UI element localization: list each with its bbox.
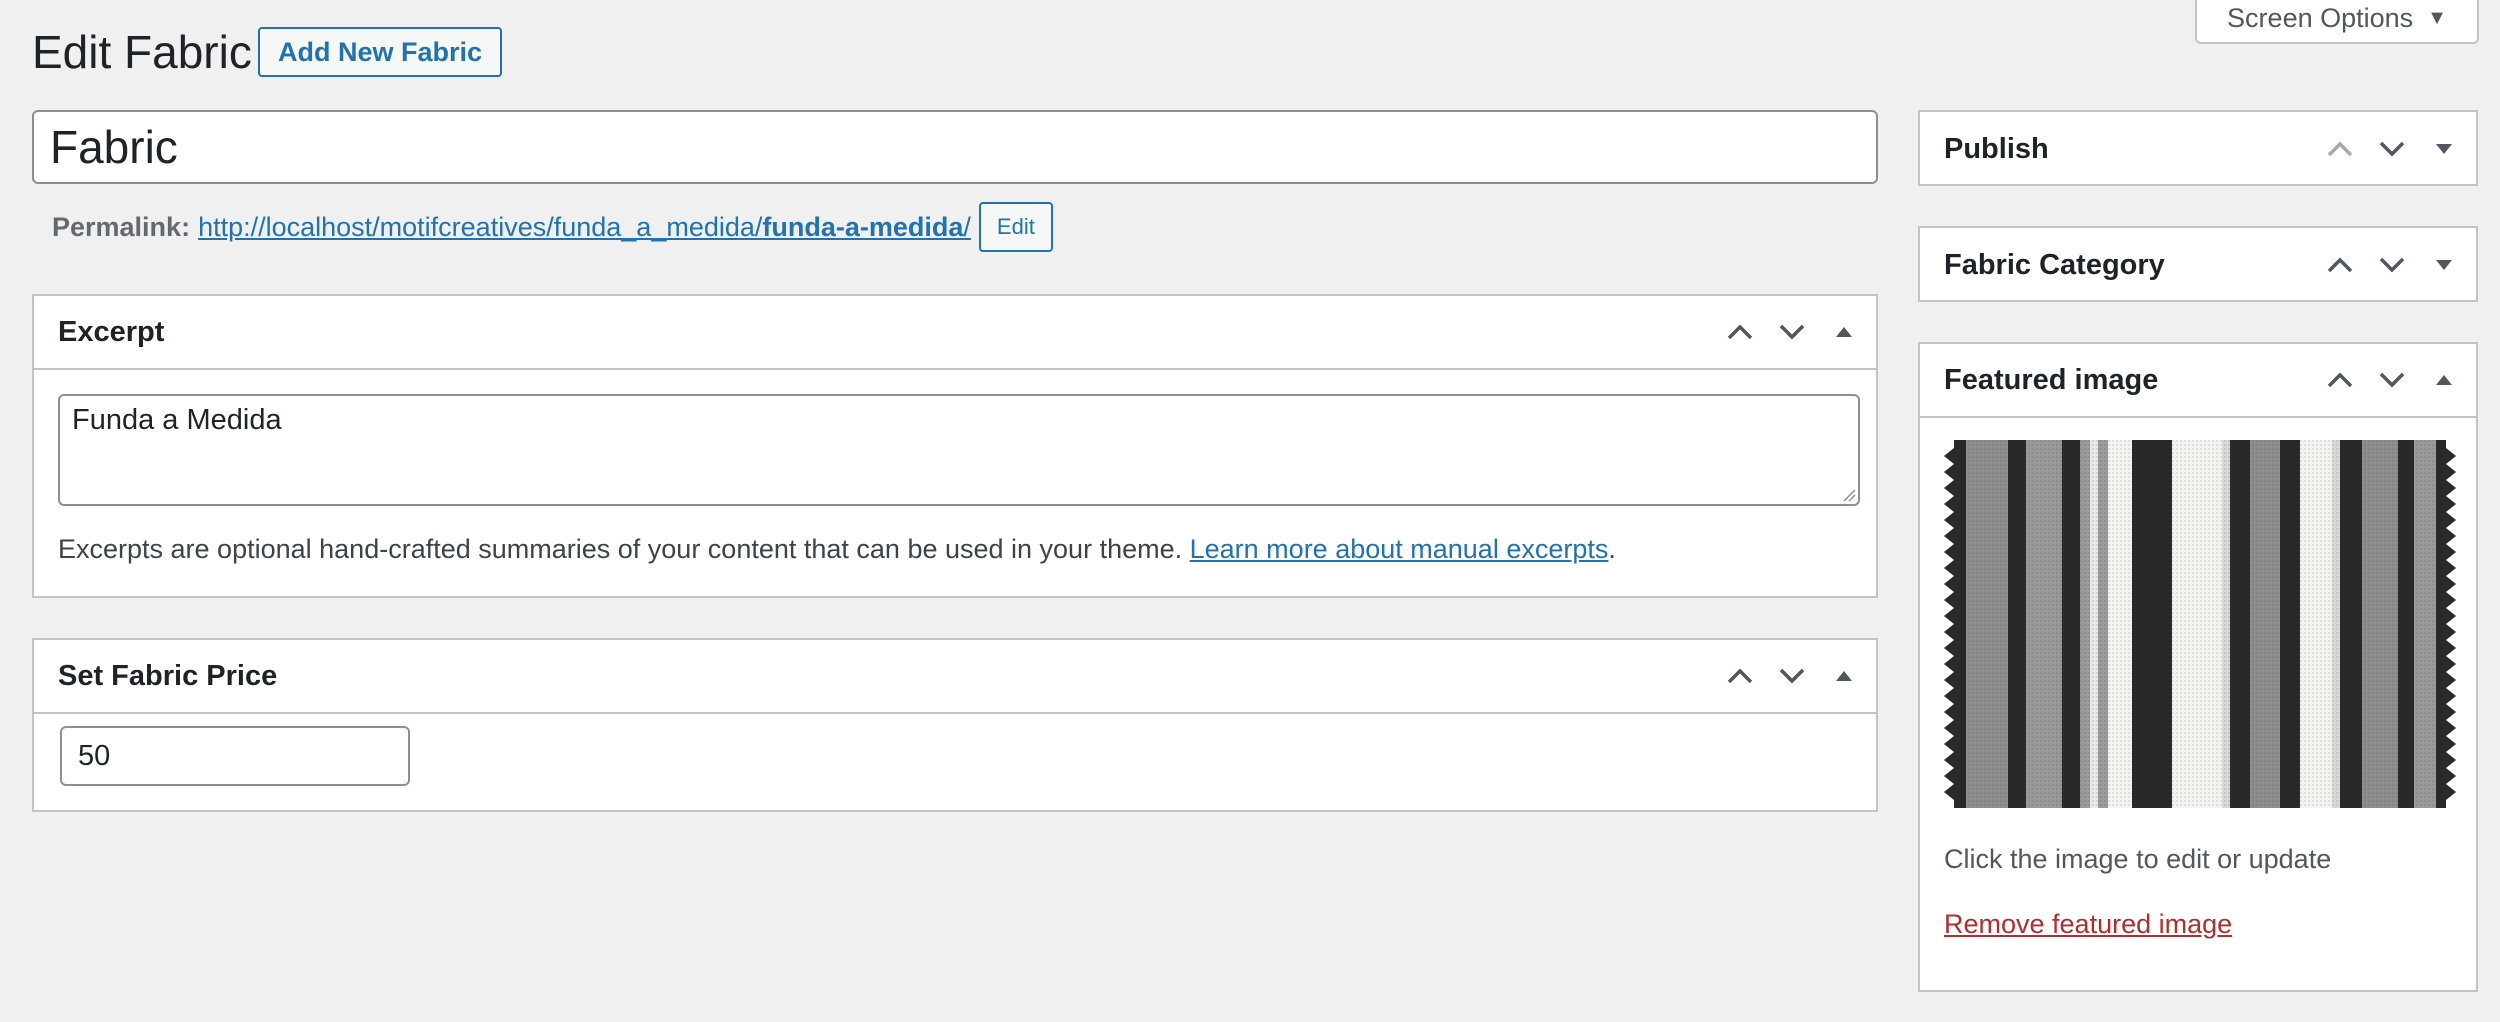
featured-image-postbox: Featured image Click the image to edit o… bbox=[1918, 342, 2478, 992]
publish-postbox-header[interactable]: Publish bbox=[1920, 112, 2476, 186]
permalink-slug: funda-a-medida bbox=[762, 211, 964, 242]
excerpt-postbox-header: Excerpt bbox=[34, 296, 1876, 370]
publish-postbox: Publish bbox=[1918, 110, 2478, 186]
chevron-down-icon[interactable] bbox=[2366, 123, 2418, 175]
page-title: Edit Fabric bbox=[32, 26, 252, 78]
featured-handle-actions bbox=[2314, 344, 2470, 416]
post-title-input[interactable]: Fabric bbox=[32, 110, 1878, 184]
caret-down-icon[interactable] bbox=[2418, 123, 2470, 175]
permalink-base: http://localhost/motifcreatives/funda_a_… bbox=[198, 211, 763, 242]
chevron-down-icon[interactable] bbox=[2366, 239, 2418, 291]
fabric-category-postbox-header[interactable]: Fabric Category bbox=[1920, 228, 2476, 302]
chevron-up-icon[interactable] bbox=[2314, 239, 2366, 291]
publish-handle-actions bbox=[2314, 112, 2470, 186]
chevron-down-icon[interactable] bbox=[1766, 306, 1818, 358]
resize-grip-icon[interactable] bbox=[1842, 488, 1856, 502]
excerpt-help-text: Excerpts are optional hand-crafted summa… bbox=[58, 534, 1616, 565]
permalink-link[interactable]: http://localhost/motifcreatives/funda_a_… bbox=[198, 212, 971, 243]
caret-up-icon[interactable] bbox=[2418, 354, 2470, 406]
caret-down-icon: ▼ bbox=[2427, 6, 2447, 29]
chevron-up-icon[interactable] bbox=[1714, 306, 1766, 358]
permalink-edit-button[interactable]: Edit bbox=[978, 202, 1053, 252]
category-handle-actions bbox=[2314, 228, 2470, 302]
excerpt-handle-actions bbox=[1714, 296, 1870, 368]
fabric-category-postbox: Fabric Category bbox=[1918, 226, 2478, 302]
chevron-up-icon[interactable] bbox=[2314, 123, 2366, 175]
fabric-category-title: Fabric Category bbox=[1944, 248, 2165, 281]
caret-down-icon[interactable] bbox=[2418, 239, 2470, 291]
excerpt-help-end: . bbox=[1608, 534, 1616, 564]
permalink-label: Permalink: bbox=[52, 211, 191, 242]
price-handle-actions bbox=[1714, 640, 1870, 712]
caret-up-icon[interactable] bbox=[1818, 650, 1870, 702]
excerpt-help-body: Excerpts are optional hand-crafted summa… bbox=[58, 534, 1190, 564]
screen-options-button[interactable]: Screen Options ▼ bbox=[2195, 0, 2479, 44]
chevron-up-icon[interactable] bbox=[2314, 354, 2366, 406]
featured-image-title: Featured image bbox=[1944, 363, 2159, 396]
excerpt-textarea[interactable]: Funda a Medida bbox=[58, 394, 1860, 506]
excerpt-value: Funda a Medida bbox=[72, 404, 282, 436]
caret-up-icon[interactable] bbox=[1818, 306, 1870, 358]
fabric-price-postbox: Set Fabric Price 50 bbox=[32, 638, 1878, 812]
edit-fabric-page: Edit Fabric Add New Fabric Screen Option… bbox=[0, 0, 2500, 1022]
chevron-up-icon[interactable] bbox=[1714, 650, 1766, 702]
permalink-row: Permalink: http://localhost/motifcreativ… bbox=[52, 202, 1053, 252]
fabric-price-title: Set Fabric Price bbox=[58, 659, 278, 692]
learn-more-excerpts-link[interactable]: Learn more about manual excerpts bbox=[1190, 534, 1609, 564]
excerpt-postbox: Excerpt Funda a Medida Excerpts are opti… bbox=[32, 294, 1878, 598]
chevron-down-icon[interactable] bbox=[1766, 650, 1818, 702]
publish-title: Publish bbox=[1944, 132, 2049, 165]
fabric-price-postbox-header: Set Fabric Price bbox=[34, 640, 1876, 714]
featured-fabric-image[interactable] bbox=[1944, 440, 2456, 808]
featured-image-postbox-header: Featured image bbox=[1920, 344, 2476, 418]
chevron-down-icon[interactable] bbox=[2366, 354, 2418, 406]
remove-featured-image-link[interactable]: Remove featured image bbox=[1944, 909, 2232, 940]
featured-image-help: Click the image to edit or update bbox=[1944, 844, 2332, 874]
permalink-trailing: / bbox=[963, 211, 971, 242]
excerpt-title: Excerpt bbox=[58, 315, 165, 348]
add-new-fabric-button[interactable]: Add New Fabric bbox=[258, 27, 503, 77]
fabric-price-input[interactable]: 50 bbox=[60, 726, 410, 786]
screen-options-label: Screen Options bbox=[2227, 2, 2414, 33]
